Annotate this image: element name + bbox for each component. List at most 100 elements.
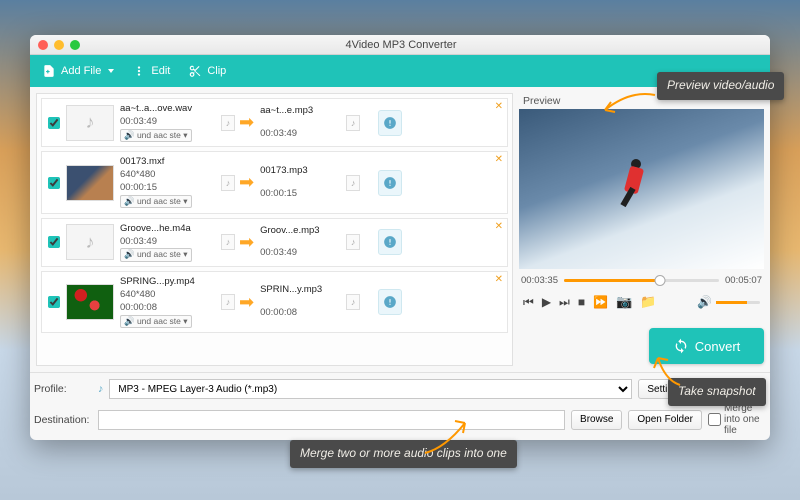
remove-row-button[interactable]: ✕ <box>495 101 503 112</box>
audio-track-select[interactable]: 🔊 und aac ste ▾ <box>120 129 192 142</box>
output-meta: aa~t...e.mp3 00:03:49 <box>260 105 340 141</box>
arrow-cell: ♪➡ <box>221 112 254 133</box>
time-current: 00:03:35 <box>521 275 558 286</box>
clip-label: Clip <box>207 65 226 77</box>
source-meta: 00173.mxf640*48000:00:15🔊 und aac ste ▾ <box>120 156 215 208</box>
audio-track-select[interactable]: 🔊 und aac ste ▾ <box>120 315 192 328</box>
clip-button[interactable]: Clip <box>188 64 226 78</box>
format-button[interactable] <box>378 229 402 255</box>
source-type-icon: ♪ <box>221 115 235 131</box>
thumbnail: ♪ <box>66 105 114 141</box>
source-dimensions: 640*480 <box>120 169 215 182</box>
source-meta: Groove...he.m4a00:03:49🔊 und aac ste ▾ <box>120 223 215 262</box>
source-type-icon: ♪ <box>221 234 235 250</box>
left-panel: ♪aa~t..a...ove.wav00:03:49🔊 und aac ste … <box>36 93 513 366</box>
callout-snapshot: Take snapshot <box>668 378 766 406</box>
source-duration: 00:00:15 <box>120 182 215 195</box>
file-row[interactable]: 00173.mxf640*48000:00:15🔊 und aac ste ▾ ♪… <box>41 151 508 213</box>
content-area: ♪aa~t..a...ove.wav00:03:49🔊 und aac ste … <box>30 87 770 372</box>
arrow-icon: ➡ <box>239 292 254 313</box>
minimize-window-button[interactable] <box>54 40 64 50</box>
profile-select[interactable]: MP3 - MPEG Layer-3 Audio (*.mp3) <box>109 379 632 399</box>
bottom-bar: Profile: ♪ MP3 - MPEG Layer-3 Audio (*.m… <box>30 372 770 440</box>
thumbnail <box>66 284 114 320</box>
next-button[interactable]: ⏭ <box>559 295 570 310</box>
format-button[interactable] <box>378 110 402 136</box>
source-filename: Groove...he.m4a <box>120 223 215 236</box>
audio-track-select[interactable]: 🔊 und aac ste ▾ <box>120 195 192 208</box>
time-total: 00:05:07 <box>725 275 762 286</box>
seek-slider[interactable] <box>564 279 719 282</box>
source-dimensions: 640*480 <box>120 289 215 302</box>
right-panel: Preview 00:03:35 00:05:07 ⏮ ▶ ⏭ ■ ⏩ 📷 📁 … <box>519 93 764 366</box>
source-filename: aa~t..a...ove.wav <box>120 103 215 116</box>
convert-button[interactable]: Convert <box>649 328 764 364</box>
output-duration: 00:03:49 <box>260 247 340 260</box>
format-button[interactable] <box>378 170 402 196</box>
remove-row-button[interactable]: ✕ <box>495 274 503 285</box>
open-folder-button[interactable]: Open Folder <box>628 410 702 430</box>
add-file-button[interactable]: Add File <box>42 64 114 78</box>
callout-preview: Preview video/audio <box>657 72 784 100</box>
edit-icon <box>132 64 146 78</box>
output-meta: Groov...e.mp3 00:03:49 <box>260 225 340 261</box>
arrow-cell: ♪➡ <box>221 172 254 193</box>
thumbnail <box>66 165 114 201</box>
output-type-icon: ♪ <box>346 115 360 131</box>
convert-label: Convert <box>695 339 741 354</box>
source-duration: 00:03:49 <box>120 116 215 129</box>
source-meta: aa~t..a...ove.wav00:03:49🔊 und aac ste ▾ <box>120 103 215 142</box>
remove-row-button[interactable]: ✕ <box>495 221 503 232</box>
output-filename: aa~t...e.mp3 <box>260 105 340 118</box>
convert-icon <box>673 338 689 354</box>
file-row[interactable]: SPRING...py.mp4640*48000:00:08🔊 und aac … <box>41 271 508 333</box>
arrow-cell: ♪➡ <box>221 292 254 313</box>
play-button[interactable]: ▶ <box>542 295 551 309</box>
add-file-icon <box>42 64 56 78</box>
edit-label: Edit <box>151 65 170 77</box>
callout-merge: Merge two or more audio clips into one <box>290 440 517 468</box>
source-type-icon: ♪ <box>221 294 235 310</box>
output-duration: 00:00:08 <box>260 307 340 320</box>
source-duration: 00:00:08 <box>120 302 215 315</box>
close-window-button[interactable] <box>38 40 48 50</box>
row-checkbox[interactable] <box>48 177 60 189</box>
row-checkbox[interactable] <box>48 117 60 129</box>
merge-checkbox-wrap[interactable]: Merge into one file <box>708 403 766 436</box>
remove-row-button[interactable]: ✕ <box>495 154 503 165</box>
edit-button[interactable]: Edit <box>132 64 170 78</box>
browse-button[interactable]: Browse <box>571 410 622 430</box>
file-row[interactable]: ♪Groove...he.m4a00:03:49🔊 und aac ste ▾♪… <box>41 218 508 267</box>
source-meta: SPRING...py.mp4640*48000:00:08🔊 und aac … <box>120 276 215 328</box>
merge-checkbox[interactable] <box>708 413 721 426</box>
titlebar: 4Video MP3 Converter <box>30 35 770 55</box>
source-filename: 00173.mxf <box>120 156 215 169</box>
zoom-window-button[interactable] <box>70 40 80 50</box>
file-row[interactable]: ♪aa~t..a...ove.wav00:03:49🔊 und aac ste … <box>41 98 508 147</box>
preview-pane[interactable] <box>519 109 764 269</box>
audio-track-select[interactable]: 🔊 und aac ste ▾ <box>120 248 192 261</box>
arrow-icon: ➡ <box>239 232 254 253</box>
source-type-icon: ♪ <box>221 175 235 191</box>
snapshot-button[interactable]: 📷 <box>616 294 632 310</box>
output-meta: SPRIN...y.mp300:00:08 <box>260 284 340 320</box>
file-list: ♪aa~t..a...ove.wav00:03:49🔊 und aac ste … <box>36 93 513 366</box>
timeline: 00:03:35 00:05:07 <box>519 269 764 292</box>
prev-button[interactable]: ⏮ <box>523 295 534 310</box>
volume-control: 🔊 <box>697 295 760 309</box>
speaker-icon: 🔊 <box>697 295 712 309</box>
step-button[interactable]: ⏩ <box>593 295 608 309</box>
arrow-cell: ♪➡ <box>221 232 254 253</box>
row-checkbox[interactable] <box>48 236 60 248</box>
open-snapshot-folder-button[interactable]: 📁 <box>640 294 656 310</box>
stop-button[interactable]: ■ <box>578 295 585 309</box>
add-file-label: Add File <box>61 65 101 77</box>
format-button[interactable] <box>378 289 402 315</box>
window-title: 4Video MP3 Converter <box>80 39 722 51</box>
output-filename: Groov...e.mp3 <box>260 225 340 238</box>
profile-label: Profile: <box>34 383 92 395</box>
row-checkbox[interactable] <box>48 296 60 308</box>
volume-slider[interactable] <box>716 301 760 304</box>
destination-input[interactable] <box>98 410 565 430</box>
output-duration: 00:03:49 <box>260 128 340 141</box>
